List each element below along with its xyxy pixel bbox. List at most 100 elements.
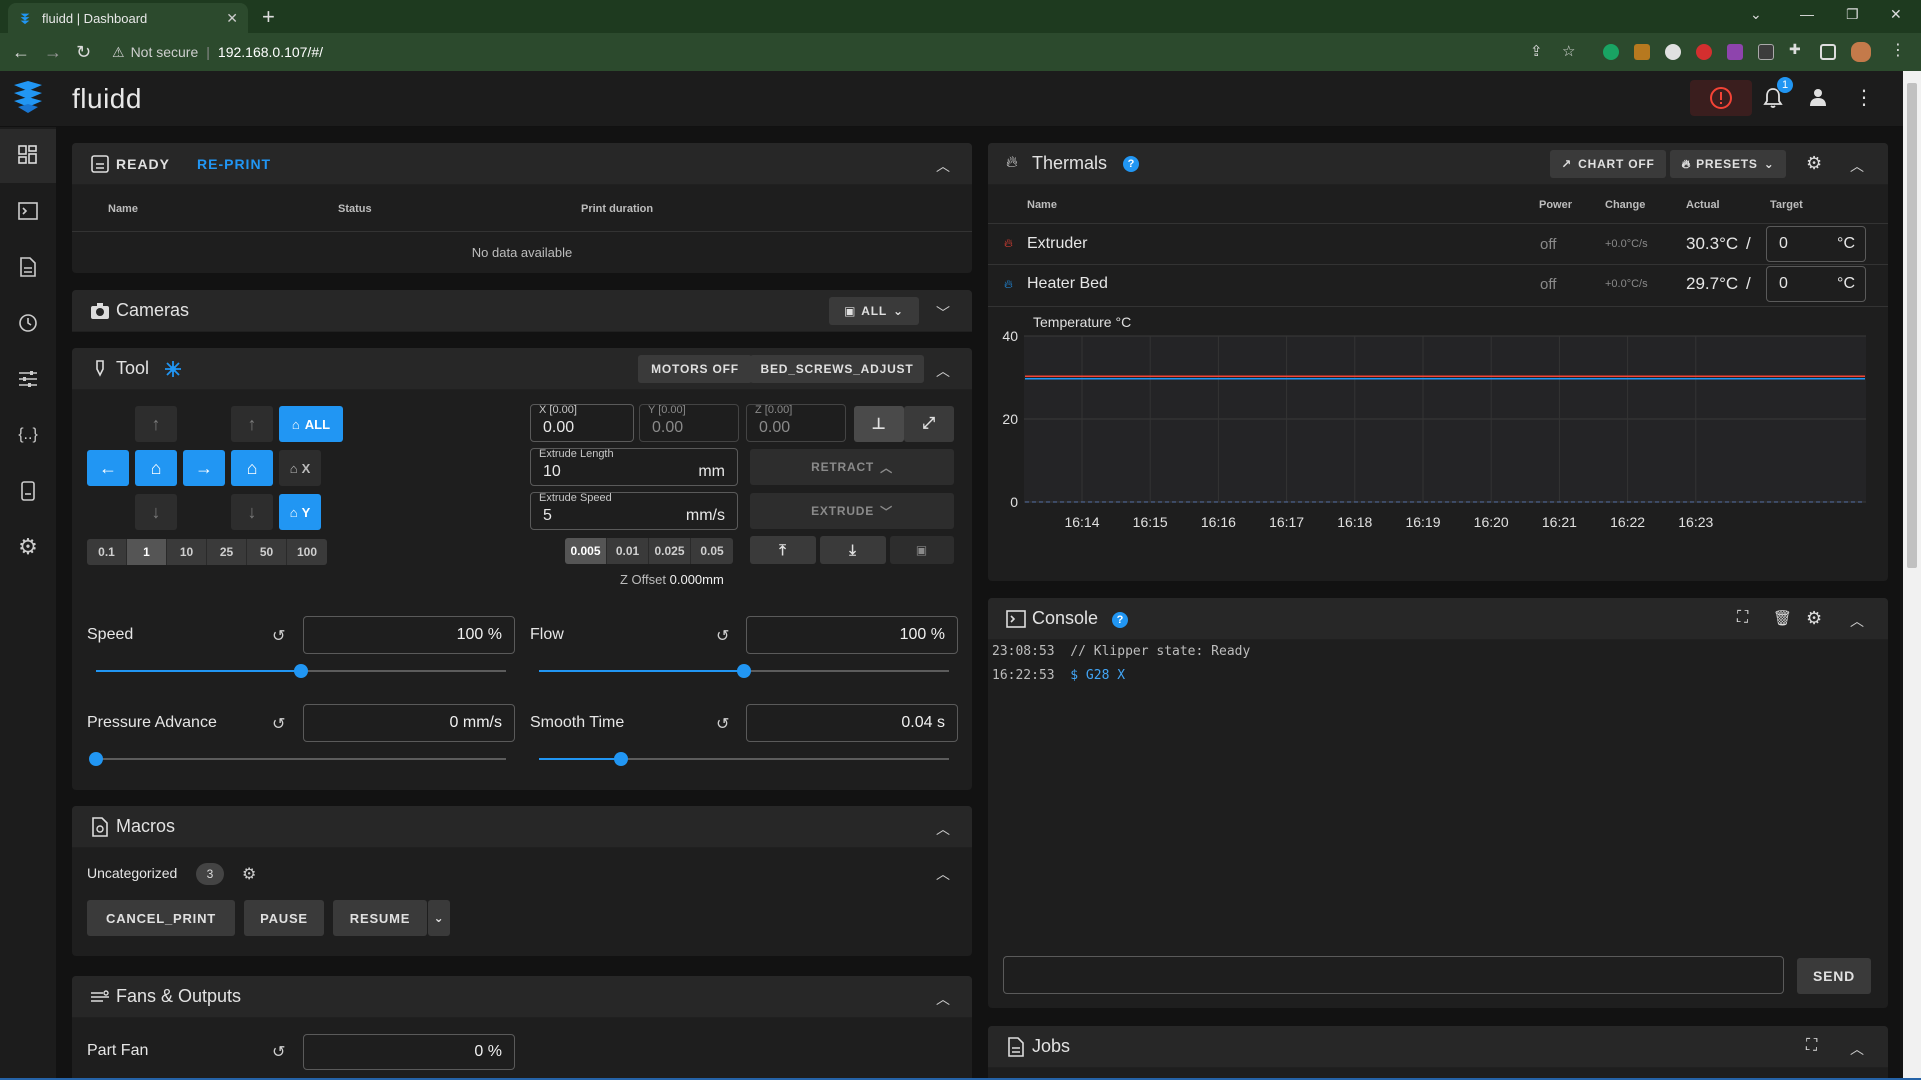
part-fan-input[interactable]: 0 %	[303, 1034, 515, 1070]
absolute-mode-button[interactable]: ⊥	[854, 406, 904, 442]
home-x-button[interactable]: ⌂ X	[279, 450, 321, 486]
speed-input[interactable]: 100 %	[303, 616, 515, 654]
motors-off-button[interactable]: MOTORS OFF	[638, 355, 752, 383]
collapse-chevron-icon[interactable]: ︿	[936, 819, 950, 839]
slider-knob[interactable]	[89, 752, 103, 766]
home-z-button[interactable]: ⌂	[231, 450, 273, 486]
extension-icon[interactable]	[1665, 44, 1681, 60]
collapse-chevron-icon[interactable]: ︿	[1850, 1039, 1864, 1059]
retract-button[interactable]: RETRACT ︿	[750, 449, 954, 485]
extension-icon[interactable]	[1727, 44, 1743, 60]
position-y-field[interactable]: Y [0.00] 0.00	[639, 404, 739, 442]
step-option[interactable]: 0.1	[87, 539, 127, 565]
zstep-option[interactable]: 0.01	[607, 538, 649, 564]
fullscreen-icon[interactable]: ⛶	[1737, 609, 1748, 627]
sidebar-files-icon[interactable]	[14, 253, 42, 281]
zstep-option[interactable]: 0.025	[649, 538, 691, 564]
close-tab-icon[interactable]: ✕	[226, 10, 238, 27]
app-menu-icon[interactable]: ⋮	[1854, 85, 1874, 110]
flow-input[interactable]: 100 %	[746, 616, 958, 654]
jog-y-plus-button[interactable]: ↑	[135, 406, 177, 442]
col-header-status[interactable]: Status	[338, 203, 372, 215]
extensions-puzzle-icon[interactable]: ✚	[1789, 41, 1805, 57]
bookmark-star-icon[interactable]: ☆	[1562, 42, 1575, 60]
step-option[interactable]: 25	[207, 539, 247, 565]
sidebar-settings-icon[interactable]: ⚙	[14, 533, 42, 561]
zstep-option[interactable]: 0.05	[691, 538, 733, 564]
macro-settings-icon[interactable]: ⚙	[242, 864, 256, 884]
macro-cancel-print-button[interactable]: CANCEL_PRINT	[87, 900, 235, 936]
heater-target-input[interactable]: 0 °C	[1766, 226, 1866, 262]
pressure-advance-reset-icon[interactable]: ↺	[272, 714, 285, 734]
position-z-field[interactable]: Z [0.00] 0.00	[746, 404, 846, 442]
user-account-icon[interactable]	[1808, 87, 1828, 107]
flow-slider[interactable]	[539, 664, 949, 678]
minimize-icon[interactable]: —	[1800, 6, 1814, 22]
zstep-option-selected[interactable]: 0.005	[565, 538, 607, 564]
reload-icon[interactable]: ↻	[76, 42, 91, 63]
heater-target-input[interactable]: 0 °C	[1766, 266, 1866, 302]
collapse-chevron-icon[interactable]: ︿	[1850, 156, 1864, 176]
step-option[interactable]: 10	[167, 539, 207, 565]
speed-slider[interactable]	[96, 664, 506, 678]
jog-x-plus-button[interactable]: →	[183, 450, 225, 486]
clear-console-trash-icon[interactable]: 🗑︎	[1773, 609, 1792, 627]
back-icon[interactable]: ←	[12, 42, 30, 63]
browser-tab[interactable]: fluidd | Dashboard ✕	[8, 3, 248, 33]
collapse-chevron-icon[interactable]: ︿	[936, 989, 950, 1009]
relative-mode-button[interactable]: ⤢	[904, 406, 954, 442]
help-icon[interactable]: ?	[1123, 156, 1139, 172]
slider-knob[interactable]	[614, 752, 628, 766]
extension-icon[interactable]	[1758, 44, 1774, 60]
step-option[interactable]: 50	[247, 539, 287, 565]
new-tab-icon[interactable]: +	[262, 4, 275, 30]
extrude-button[interactable]: EXTRUDE ﹀	[750, 493, 954, 529]
restore-icon[interactable]: ❐	[1846, 6, 1859, 23]
collapse-chevron-icon[interactable]: ︿	[936, 156, 950, 176]
reprint-button[interactable]: RE-PRINT	[197, 156, 271, 172]
browser-menu-icon[interactable]: ⋮	[1890, 40, 1906, 59]
extrude-length-field[interactable]: Extrude Length 10 mm	[530, 448, 738, 486]
emergency-stop-button[interactable]	[1690, 80, 1752, 116]
forward-icon[interactable]: →	[44, 42, 62, 63]
sidebar-history-icon[interactable]	[14, 309, 42, 337]
scrollbar-thumb[interactable]	[1907, 83, 1917, 568]
speed-reset-icon[interactable]: ↺	[272, 626, 285, 646]
smooth-time-reset-icon[interactable]: ↺	[716, 714, 729, 734]
collapse-chevron-icon[interactable]: ︿	[936, 361, 950, 381]
share-icon[interactable]: ⇪	[1530, 42, 1543, 60]
console-command-input[interactable]	[1003, 956, 1784, 994]
fullscreen-icon[interactable]: ⛶	[1806, 1037, 1817, 1055]
extrude-speed-field[interactable]: Extrude Speed 5 mm/s	[530, 492, 738, 530]
sidebar-dashboard-icon[interactable]	[14, 141, 42, 169]
smooth-time-slider[interactable]	[539, 752, 949, 766]
send-button[interactable]: SEND	[1797, 958, 1871, 994]
console-settings-icon[interactable]: ⚙	[1806, 608, 1822, 629]
sidebar-config-icon[interactable]: {..}	[14, 421, 42, 449]
home-y-button[interactable]: ⌂ Y	[279, 494, 321, 530]
z-down-button[interactable]: ⤓	[820, 536, 886, 564]
camera-filter-button[interactable]: ▣ ALL ⌄	[829, 297, 919, 325]
extension-icon[interactable]	[1696, 44, 1712, 60]
help-icon[interactable]: ?	[1112, 612, 1128, 628]
slider-knob[interactable]	[294, 664, 308, 678]
sidebar-console-icon[interactable]	[14, 197, 42, 225]
profile-avatar[interactable]	[1851, 42, 1871, 62]
col-header-duration[interactable]: Print duration	[581, 203, 653, 215]
home-all-button[interactable]: ⌂ ALL	[279, 406, 343, 442]
expand-chevron-icon[interactable]: ﹀	[936, 303, 950, 323]
grammarly-extension-icon[interactable]	[1603, 44, 1619, 60]
sidebar-tune-icon[interactable]	[14, 365, 42, 393]
home-xy-button[interactable]: ⌂	[135, 450, 177, 486]
group-collapse-chevron-icon[interactable]: ︿	[936, 864, 950, 884]
z-up-button[interactable]: ⤒	[750, 536, 816, 564]
macro-pause-button[interactable]: PAUSE	[244, 900, 324, 936]
pressure-advance-input[interactable]: 0 mm/s	[303, 704, 515, 742]
step-option-selected[interactable]: 1	[127, 539, 167, 565]
chart-toggle-button[interactable]: ↗ CHART OFF	[1550, 150, 1666, 178]
col-header-name[interactable]: Name	[108, 203, 138, 215]
side-panel-icon[interactable]	[1820, 44, 1836, 60]
macro-resume-button[interactable]: RESUME	[333, 900, 427, 936]
part-fan-reset-icon[interactable]: ↺	[272, 1042, 285, 1062]
save-z-offset-button[interactable]: ▣	[890, 536, 954, 564]
